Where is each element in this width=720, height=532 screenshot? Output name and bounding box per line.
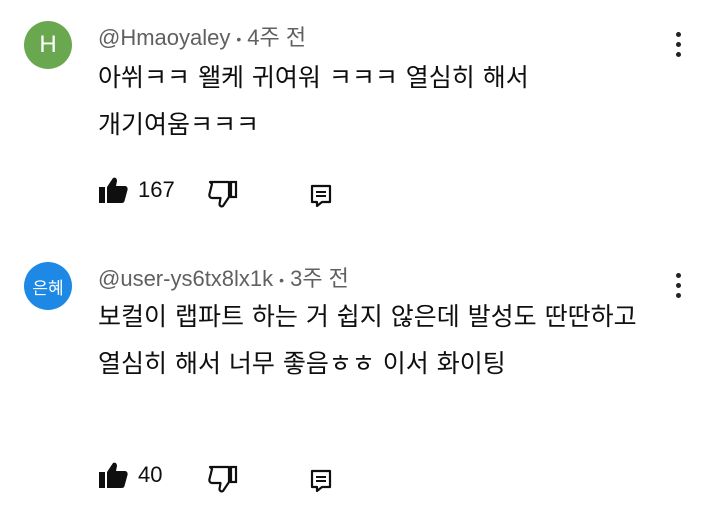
comment-time: 3주 전 [290, 266, 349, 291]
like-button[interactable]: 40 [98, 455, 162, 495]
avatar-initial: H [39, 31, 57, 58]
reply-button[interactable] [310, 461, 332, 501]
reply-button[interactable] [310, 176, 332, 216]
avatar[interactable]: H [24, 21, 72, 69]
more-options-icon[interactable] [666, 24, 690, 64]
comment-actions: 167 [98, 170, 332, 210]
author-name[interactable]: @Hmaoyaley [98, 25, 230, 50]
comment-time: 4주 전 [247, 25, 307, 50]
thumbs-down-icon [208, 465, 238, 493]
like-count: 40 [138, 462, 163, 487]
like-count: 167 [138, 177, 175, 202]
avatar[interactable]: 은혜 [24, 262, 72, 310]
comment-item: 은혜 @user-ys6tx8lx1k • 3주 전 보컬이 랩파트 하는 거 쉽지… [0, 240, 720, 532]
comment-item: H @Hmaoyaley • 4주 전 아쒸ㅋㅋ 왤케 귀여워 ㅋㅋㅋ 열심히 해서… [0, 0, 720, 240]
reply-icon [310, 184, 332, 208]
comment-actions: 40 [98, 455, 332, 495]
meta-separator: • [279, 272, 285, 289]
thumbs-down-icon [208, 180, 238, 208]
avatar-initial: 은혜 [32, 278, 64, 299]
comment-text: 보컬이 랩파트 하는 거 쉽지 않은데 발성도 딴딴하고 열심히 해서 너무 좋… [98, 302, 637, 378]
thumbs-up-icon [99, 462, 128, 488]
like-button[interactable]: 167 [98, 170, 175, 210]
dislike-button[interactable] [208, 174, 238, 214]
comment-meta: @user-ys6tx8lx1k • 3주 전 [98, 261, 349, 293]
reply-icon [310, 469, 332, 493]
comment-meta: @Hmaoyaley • 4주 전 [98, 20, 306, 52]
comment-text: 아쒸ㅋㅋ 왤케 귀여워 ㅋㅋㅋ 열심히 해서 개기여움ㅋㅋㅋ [98, 63, 529, 139]
author-name[interactable]: @user-ys6tx8lx1k [98, 266, 273, 291]
thumbs-up-icon [99, 177, 128, 203]
more-options-icon[interactable] [666, 265, 690, 305]
meta-separator: • [236, 31, 242, 48]
dislike-button[interactable] [208, 459, 238, 499]
